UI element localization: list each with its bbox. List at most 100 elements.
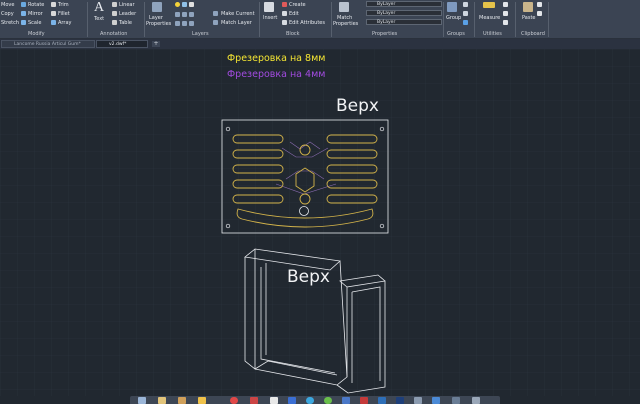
grid [0, 49, 640, 396]
table-icon [112, 20, 117, 25]
rotate-icon [21, 2, 26, 7]
ps-icon[interactable] [396, 397, 404, 404]
match-properties-icon [339, 2, 349, 12]
panel-label-properties: Properties [372, 31, 398, 37]
divider [144, 2, 145, 37]
stretch-button[interactable]: Stretch [1, 20, 19, 26]
panel-label-layers: Layers [192, 31, 209, 37]
drawing-svg [0, 49, 640, 396]
measure-button[interactable]: Measure [479, 15, 500, 21]
divider [515, 2, 516, 37]
lineweight-dropdown[interactable]: ByLayer [366, 19, 442, 25]
linetype-dropdown[interactable]: ByLayer [366, 10, 442, 16]
text-icon: A [94, 0, 105, 15]
app-icon[interactable] [250, 397, 258, 404]
group-button[interactable]: Group [446, 15, 461, 21]
insert-button[interactable]: Insert [263, 15, 277, 21]
utility-icon [503, 20, 508, 25]
folder-icon[interactable] [158, 397, 166, 404]
linear-button[interactable]: Linear [119, 2, 135, 8]
paste-icon [523, 2, 533, 12]
app3-icon[interactable] [452, 397, 460, 404]
rotate-button[interactable]: Rotate [28, 2, 44, 8]
opera-icon[interactable] [230, 397, 238, 404]
mirror-button[interactable]: Mirror [28, 11, 43, 17]
trim-button[interactable]: Trim [58, 2, 69, 8]
fillet-button[interactable]: Fillet [58, 11, 70, 17]
layer-tool-icon [189, 12, 194, 17]
app4-icon[interactable] [472, 397, 480, 404]
scale-button[interactable]: Scale [28, 20, 41, 26]
panel-label-groups: Groups [447, 31, 465, 37]
app2-icon[interactable] [414, 397, 422, 404]
sun-icon [182, 2, 187, 7]
measure-icon [483, 2, 495, 8]
photoshop-icon[interactable] [378, 397, 386, 404]
ie-icon[interactable] [288, 397, 296, 404]
create-button[interactable]: Create [289, 2, 306, 8]
legend-4mm: Фрезеровка на 4мм [227, 69, 326, 80]
table-button[interactable]: Table [119, 20, 132, 26]
scale-icon [21, 20, 26, 25]
panel-label-annotation: Annotation [100, 31, 128, 37]
edit-attributes-icon [282, 20, 287, 25]
legend-8mm: Фрезеровка на 8мм [227, 53, 326, 64]
layer-tool-icon [175, 21, 180, 26]
panel-label-modify: Modify [28, 31, 45, 37]
outlook-icon[interactable] [432, 397, 440, 404]
layer-properties-label: Properties [146, 21, 172, 27]
panel-label-clipboard: Clipboard [521, 31, 545, 37]
mirror-icon [21, 11, 26, 16]
file-tab[interactable]: Lancome Russia Articul Gum* [1, 40, 95, 48]
autocad-icon[interactable] [360, 397, 368, 404]
file-tab-active[interactable]: v2.dwf* [96, 40, 148, 48]
divider [331, 2, 332, 37]
edit-icon [282, 11, 287, 16]
move-button[interactable]: Move [1, 2, 14, 8]
layer-tool-icon [175, 12, 180, 17]
layer-tool-icon [182, 21, 187, 26]
divider [548, 2, 549, 37]
divider [443, 2, 444, 37]
group-select-icon [463, 20, 468, 25]
linear-icon [112, 2, 117, 7]
folder-icon[interactable] [198, 397, 206, 404]
text-button[interactable]: Text [94, 16, 104, 22]
copy-clip-icon [537, 11, 542, 16]
make-current-icon [213, 11, 218, 16]
match-layer-button[interactable]: Match Layer [221, 20, 252, 26]
media-icon[interactable] [342, 397, 350, 404]
taskbar [130, 396, 500, 404]
copy-button[interactable]: Copy [1, 11, 14, 17]
group-icon [447, 2, 457, 12]
folder-icon[interactable] [178, 397, 186, 404]
divider [259, 2, 260, 37]
layer-properties-icon [152, 2, 162, 12]
paste-button[interactable]: Paste [522, 15, 536, 21]
drawing-canvas[interactable]: Фрезеровка на 8мм Фрезеровка на 4мм Верх… [0, 49, 640, 396]
new-tab-button[interactable]: + [152, 41, 160, 47]
group-edit-icon [463, 11, 468, 16]
divider [474, 2, 475, 37]
ribbon: Move Rotate Trim Copy Mirror Fillet Stre… [0, 0, 640, 39]
match-layer-icon [213, 20, 218, 25]
array-icon [51, 20, 56, 25]
layer-tool-icon [182, 12, 187, 17]
file-tab-bar: Lancome Russia Articul Gum* v2.dwf* + [0, 39, 640, 49]
leader-icon [112, 11, 117, 16]
layer-tool-icon [189, 21, 194, 26]
explorer-icon[interactable] [138, 397, 146, 404]
word-icon[interactable] [270, 397, 278, 404]
edit-button[interactable]: Edit [289, 11, 299, 17]
skype-icon[interactable] [306, 397, 314, 404]
color-dropdown[interactable]: ByLayer [366, 1, 442, 7]
label-top-view: Верх [336, 96, 379, 116]
match-properties-label: Properties [333, 21, 359, 27]
leader-button[interactable]: Leader [119, 11, 136, 17]
lightbulb-icon [175, 2, 180, 7]
make-current-button[interactable]: Make Current [221, 11, 255, 17]
chrome-icon[interactable] [324, 397, 332, 404]
edit-attributes-button[interactable]: Edit Attributes [289, 20, 325, 26]
trim-icon [51, 2, 56, 7]
array-button[interactable]: Array [58, 20, 71, 26]
